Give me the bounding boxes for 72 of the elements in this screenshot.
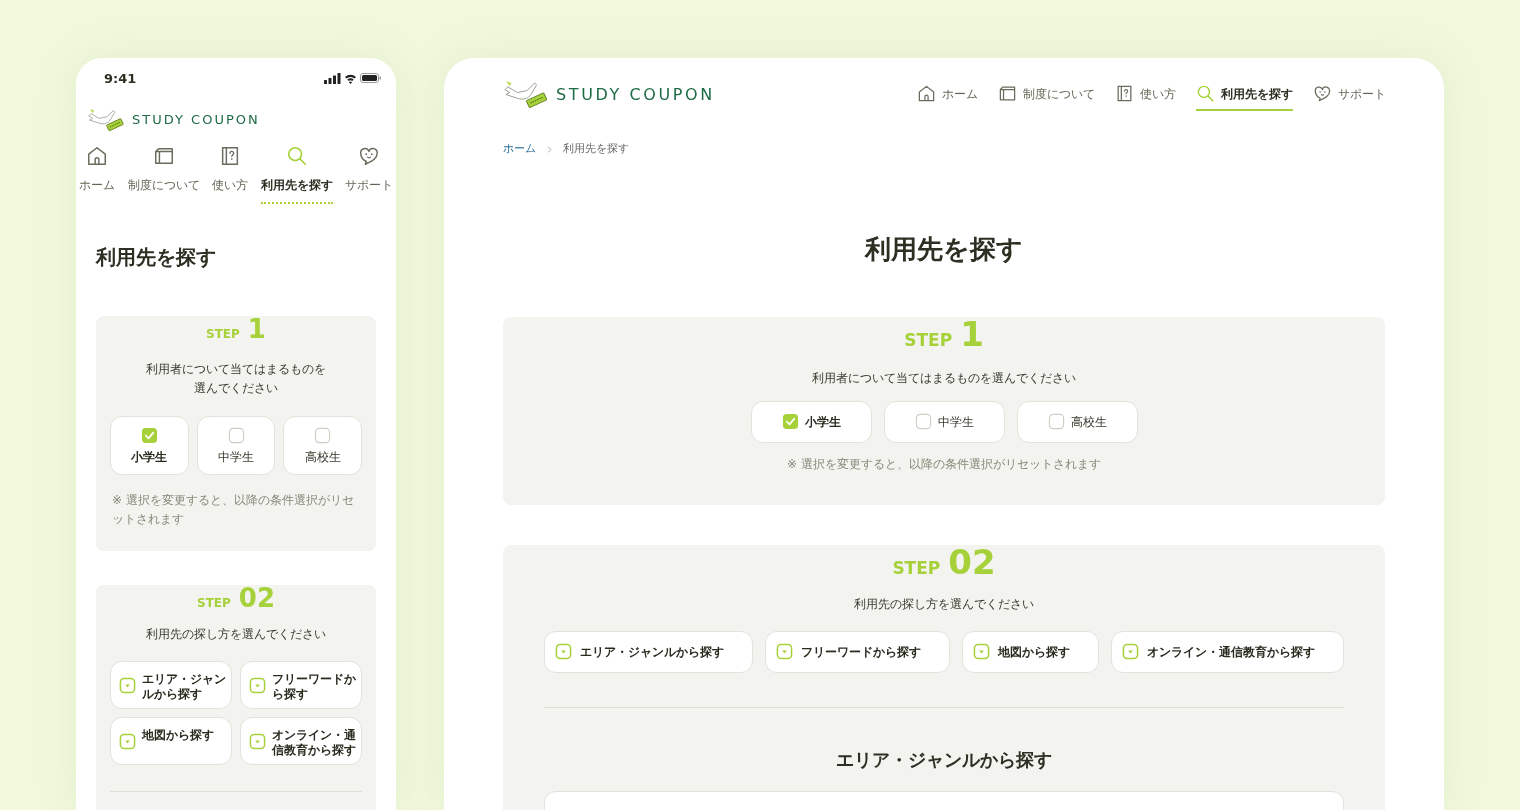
nav-link[interactable]: 制度について bbox=[998, 78, 1095, 111]
search-method-button[interactable]: フリーワードから探す bbox=[765, 630, 950, 673]
dropdown-icon bbox=[249, 732, 266, 750]
breadcrumb-current: 利用先を探す bbox=[563, 141, 629, 157]
step-prompt: 利用者について当てはまるものを選んでください bbox=[811, 369, 1077, 387]
option-button[interactable]: 中学生 bbox=[883, 400, 1005, 443]
breadcrumb-link[interactable]: ホーム bbox=[503, 141, 536, 158]
dropdown-icon bbox=[119, 732, 136, 750]
step-number: 1 bbox=[960, 316, 984, 351]
logo-text: STUDY COUPON bbox=[132, 110, 260, 129]
option-button[interactable]: 高校生 bbox=[283, 415, 362, 475]
step-number: 02 bbox=[238, 585, 275, 612]
checkbox[interactable] bbox=[140, 426, 158, 444]
option-button[interactable]: 高校生 bbox=[1016, 400, 1138, 443]
nav-link[interactable]: 制度について bbox=[127, 144, 200, 204]
checkbox[interactable] bbox=[781, 413, 799, 430]
heart-face-icon bbox=[1313, 84, 1332, 103]
step-label: STEP bbox=[206, 327, 240, 340]
checkbox[interactable] bbox=[1047, 413, 1065, 430]
page-title: 利用先を探す bbox=[863, 232, 1024, 266]
home-icon bbox=[917, 84, 936, 103]
search-icon bbox=[285, 144, 308, 167]
step-prompt: 利用先の探し方を選んでください bbox=[145, 626, 327, 644]
nav-link[interactable]: ホーム bbox=[79, 144, 115, 204]
search-method-button[interactable]: エリア・ジャンルから探す bbox=[544, 630, 753, 673]
search-method-button[interactable]: オンライン・通信教育から探す bbox=[1111, 630, 1344, 673]
dropdown-icon bbox=[119, 676, 136, 694]
step-label: STEP bbox=[904, 331, 953, 349]
dropdown-icon bbox=[776, 643, 793, 660]
logo-text: STUDY COUPON bbox=[556, 83, 715, 106]
nav-link[interactable]: サポート bbox=[345, 144, 393, 204]
nav-link[interactable]: 利用先を探す bbox=[260, 144, 333, 204]
search-method-button[interactable]: フリーワードから探す bbox=[240, 661, 362, 710]
search-method-button[interactable]: エリア・ジャンルから探す bbox=[110, 661, 232, 710]
bird-logo-icon bbox=[504, 79, 550, 110]
search-icon bbox=[1196, 84, 1215, 103]
step-prompt: 利用先の探し方を選んでください bbox=[853, 595, 1035, 613]
bird-logo-icon bbox=[88, 106, 126, 133]
home-icon bbox=[86, 144, 108, 167]
reset-note: ※ 選択を変更すると、以降の条件選択がリセットされます bbox=[786, 455, 1102, 473]
dropdown-icon bbox=[555, 643, 572, 660]
search-method-button[interactable]: オンライン・通信教育から探す bbox=[240, 717, 362, 766]
status-icons bbox=[324, 72, 382, 86]
checkbox[interactable] bbox=[227, 426, 245, 444]
question-book-icon bbox=[219, 144, 241, 167]
option-button[interactable]: 小学生 bbox=[750, 400, 872, 443]
step-number: 02 bbox=[948, 544, 996, 579]
step-number: 1 bbox=[247, 315, 266, 342]
section-title: エリア・ジャンルから探す bbox=[835, 747, 1053, 772]
dropdown-icon bbox=[249, 676, 266, 694]
option-button[interactable]: 中学生 bbox=[196, 415, 276, 475]
option-button[interactable]: 小学生 bbox=[110, 415, 189, 475]
dropdown-icon bbox=[1122, 643, 1139, 660]
step-label: STEP bbox=[197, 597, 231, 610]
status-time: 9:41 bbox=[104, 70, 137, 88]
page-title: 利用先を探す bbox=[94, 243, 217, 271]
chevron-icon bbox=[546, 144, 553, 154]
search-method-button[interactable]: 地図から探す bbox=[962, 630, 1099, 673]
nav-link[interactable]: 使い方 bbox=[1115, 78, 1176, 111]
book-icon bbox=[998, 84, 1017, 103]
nav-link[interactable]: 利用先を探す bbox=[1196, 78, 1293, 111]
reset-note: ※ 選択を変更すると、以降の条件選択がリセットされます bbox=[111, 491, 355, 529]
question-book-icon bbox=[1115, 84, 1134, 103]
step-label: STEP bbox=[892, 559, 941, 577]
step-prompt: 利用者について当てはまるものを選んでください bbox=[145, 360, 327, 397]
dropdown-icon bbox=[973, 643, 990, 660]
nav-link[interactable]: ホーム bbox=[917, 78, 978, 111]
search-method-button[interactable]: 地図から探す bbox=[110, 717, 232, 766]
checkbox[interactable] bbox=[314, 426, 332, 444]
nav-link[interactable]: サポート bbox=[1313, 78, 1386, 111]
nav-link[interactable]: 使い方 bbox=[212, 144, 248, 204]
checkbox[interactable] bbox=[914, 413, 932, 430]
